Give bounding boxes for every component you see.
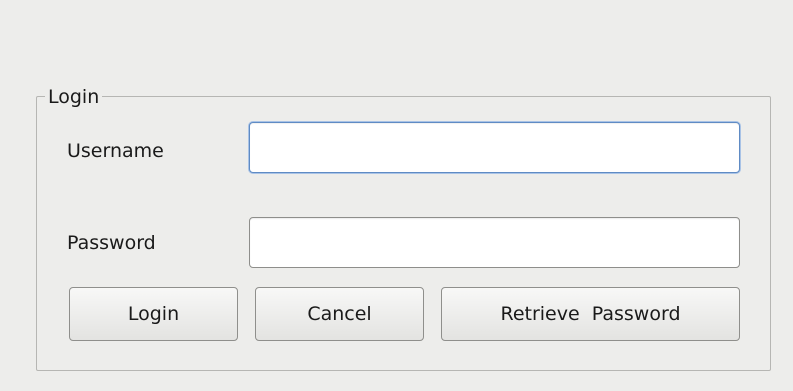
login-button[interactable]: Login bbox=[69, 287, 238, 341]
cancel-button[interactable]: Cancel bbox=[255, 287, 424, 341]
retrieve-password-button[interactable]: Retrieve Password bbox=[441, 287, 740, 341]
login-dialog: Login Username Password Login Cancel Ret… bbox=[0, 0, 793, 391]
password-input[interactable] bbox=[249, 217, 740, 268]
username-input[interactable] bbox=[249, 122, 740, 173]
password-label: Password bbox=[67, 232, 156, 254]
username-label: Username bbox=[67, 140, 164, 162]
login-groupbox-title: Login bbox=[45, 86, 103, 108]
